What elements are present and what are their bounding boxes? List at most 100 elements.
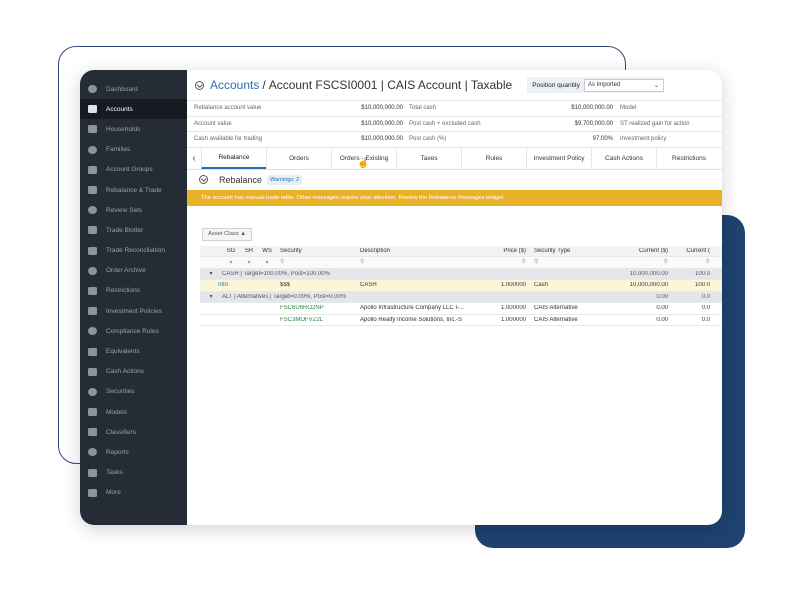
- tab-orders[interactable]: Orders: [266, 147, 331, 169]
- table-row[interactable]: FSC6U6RO2NP Apollo Infrastructure Company…: [200, 303, 722, 315]
- sidebar-item-equivalents[interactable]: Equivalents: [80, 341, 187, 361]
- account-summary: Rebalance account value $10,000,000.00 Tot…: [187, 100, 722, 148]
- group-label: CASH | Target=100.00%, Post=100.00%: [222, 270, 330, 277]
- cash-actions-icon: [88, 367, 97, 376]
- group-row[interactable]: ▾ CASH | Target=100.00%, Post=100.00% 10,0…: [200, 268, 722, 280]
- sidebar-item-trade-reconciliation[interactable]: Trade Reconciliation: [80, 241, 187, 261]
- sidebar-item-label: More: [106, 489, 121, 497]
- sidebar-item-cash-actions[interactable]: Cash Actions: [80, 362, 187, 382]
- column-header-current[interactable]: Current ($): [612, 248, 670, 254]
- position-quantity-select[interactable]: As Imported ⌄: [583, 78, 664, 92]
- sidebar-item-account-groups[interactable]: Account Groups: [80, 160, 187, 180]
- sidebar-item-label: Reports: [106, 448, 129, 456]
- sidebar-item-label: Classifiers: [106, 428, 136, 436]
- price-cell: 1.000000: [500, 305, 526, 312]
- summary-label: Total cash: [409, 105, 437, 112]
- security-cell[interactable]: FSC6U6RO2NP: [276, 305, 356, 311]
- tabs-scroll-left-icon[interactable]: ‹: [187, 148, 201, 169]
- group-label: ALT | Alternatives | Target=0.00%, Post=…: [222, 293, 347, 300]
- table-row[interactable]: Info $$$ CASH 1.000000 Cash 10,000,000.00 100.…: [200, 280, 722, 292]
- column-filter-input[interactable]: ⚲: [356, 258, 470, 267]
- column-filter-input[interactable]: ⚲: [470, 258, 530, 267]
- tab-taxes[interactable]: Taxes: [396, 147, 461, 169]
- sidebar-item-label: Investment Policies: [106, 307, 162, 315]
- breadcrumb-separator: /: [262, 78, 266, 92]
- group-row[interactable]: ▾ ALT | Alternatives | Target=0.00%, Post…: [200, 291, 722, 303]
- sidebar-item-households[interactable]: Households: [80, 119, 187, 139]
- column-header-security[interactable]: Security: [276, 248, 356, 254]
- section-collapse-icon[interactable]: [199, 175, 208, 184]
- app-window: Dashboard Accounts Households Families Accou…: [80, 70, 722, 525]
- column-filter-input[interactable]: ⚲: [276, 258, 356, 267]
- summary-row: Rebalance account value $10,000,000.00 Tot…: [187, 101, 722, 117]
- sidebar-item-more[interactable]: More: [80, 483, 187, 503]
- stage: Dashboard Accounts Households Families Accou…: [0, 0, 800, 600]
- sidebar-item-label: Account Groups: [106, 166, 153, 174]
- sidebar-item-order-archive[interactable]: Order Archive: [80, 261, 187, 281]
- column-filter-input[interactable]: ▾: [258, 259, 276, 266]
- classifiers-icon: [88, 428, 97, 437]
- sidebar-item-investment-policies[interactable]: Investment Policies: [80, 301, 187, 321]
- group-by-asset-class-chip[interactable]: Asset Class ▲: [202, 227, 252, 241]
- column-filter-input[interactable]: ⚲: [530, 258, 612, 267]
- tab-rebalance[interactable]: Rebalance: [201, 147, 266, 169]
- column-header-ws[interactable]: WS: [258, 248, 276, 254]
- security-cell[interactable]: FSC3MOFVZ2L: [276, 317, 356, 323]
- summary-value: $10,000,000.00: [361, 120, 403, 127]
- review-sets-icon: [88, 206, 97, 215]
- search-icon: ⚲: [360, 258, 365, 265]
- collapse-circle-icon[interactable]: [195, 80, 204, 90]
- summary-label: Rebalance account value: [194, 105, 262, 112]
- expand-toggle-icon[interactable]: ▾: [200, 270, 222, 277]
- sidebar-item-rebalance-trade[interactable]: Rebalance & Trade: [80, 180, 187, 200]
- sidebar-item-compliance-rules[interactable]: Compliance Rules: [80, 321, 187, 341]
- expand-toggle-icon[interactable]: ▾: [200, 293, 222, 300]
- column-filter-input[interactable]: ▾: [222, 259, 240, 266]
- column-header-type[interactable]: Security Type: [530, 248, 612, 254]
- equivalents-icon: [88, 347, 97, 356]
- sidebar-item-securities[interactable]: Securities: [80, 382, 187, 402]
- column-header-sr[interactable]: SR: [240, 248, 258, 254]
- tab-cash-actions[interactable]: Cash Actions: [591, 147, 656, 169]
- sidebar-item-label: Compliance Rules: [106, 327, 159, 335]
- sidebar-item-tasks[interactable]: Tasks: [80, 463, 187, 483]
- sidebar-item-accounts[interactable]: Accounts: [80, 99, 187, 120]
- column-filter-input[interactable]: ⚲: [670, 258, 710, 267]
- current-value-cell: 0.00: [656, 305, 668, 312]
- warnings-badge[interactable]: Warnings: 2: [267, 174, 303, 185]
- tab-investment-policy[interactable]: Investment Policy: [526, 147, 591, 169]
- group-panel: Asset Class ▲: [187, 206, 722, 246]
- breadcrumb-accounts-link[interactable]: Accounts: [210, 78, 259, 92]
- sidebar: Dashboard Accounts Households Families Accou…: [80, 70, 187, 525]
- grid-header-row: SG SR WS Security Description Price ($) Securi…: [200, 245, 722, 257]
- securities-icon: [88, 387, 97, 396]
- column-header-description[interactable]: Description: [356, 248, 470, 254]
- row-info-link[interactable]: Info: [200, 282, 276, 288]
- models-icon: [88, 408, 97, 417]
- sidebar-item-review-sets[interactable]: Review Sets: [80, 200, 187, 220]
- column-filter-input[interactable]: ⚲: [612, 258, 670, 267]
- sidebar-item-classifiers[interactable]: Classifiers: [80, 422, 187, 442]
- sidebar-item-dashboard[interactable]: Dashboard: [80, 79, 187, 99]
- sidebar-item-families[interactable]: Families: [80, 140, 187, 160]
- summary-label: ST realized gain for action: [620, 120, 690, 127]
- main-content: Accounts / Account FSCSI0001 | CAIS Acco…: [187, 70, 722, 525]
- column-header-sg[interactable]: SG: [222, 248, 240, 254]
- table-row[interactable]: FSC3MOFVZ2L Apollo Realty Income Solution…: [200, 315, 722, 326]
- tab-rules[interactable]: Rules: [461, 147, 526, 169]
- grid-filter-row: ▾ ▾ ▾ ⚲ ⚲ ⚲ ⚲ ⚲ ⚲: [200, 257, 722, 269]
- summary-row: Account value $10,000,000.00 Post cash + e…: [187, 117, 722, 132]
- column-header-price[interactable]: Price ($): [470, 248, 530, 254]
- column-filter-input[interactable]: ▾: [240, 259, 258, 266]
- sidebar-item-models[interactable]: Models: [80, 402, 187, 422]
- tab-restrictions[interactable]: Restrictions: [656, 147, 721, 169]
- sidebar-item-label: Order Archive: [106, 267, 146, 275]
- security-cell[interactable]: $$$: [276, 282, 356, 288]
- column-header-current2[interactable]: Current (: [670, 248, 710, 254]
- investment-policies-icon: [88, 307, 97, 316]
- sidebar-item-trade-blotter[interactable]: Trade Blotter: [80, 220, 187, 240]
- summary-value: $9,700,000.00: [574, 120, 613, 127]
- sidebar-item-restrictions[interactable]: Restrictions: [80, 281, 187, 301]
- sidebar-item-reports[interactable]: Reports: [80, 442, 187, 462]
- description-cell: CASH: [360, 282, 377, 289]
